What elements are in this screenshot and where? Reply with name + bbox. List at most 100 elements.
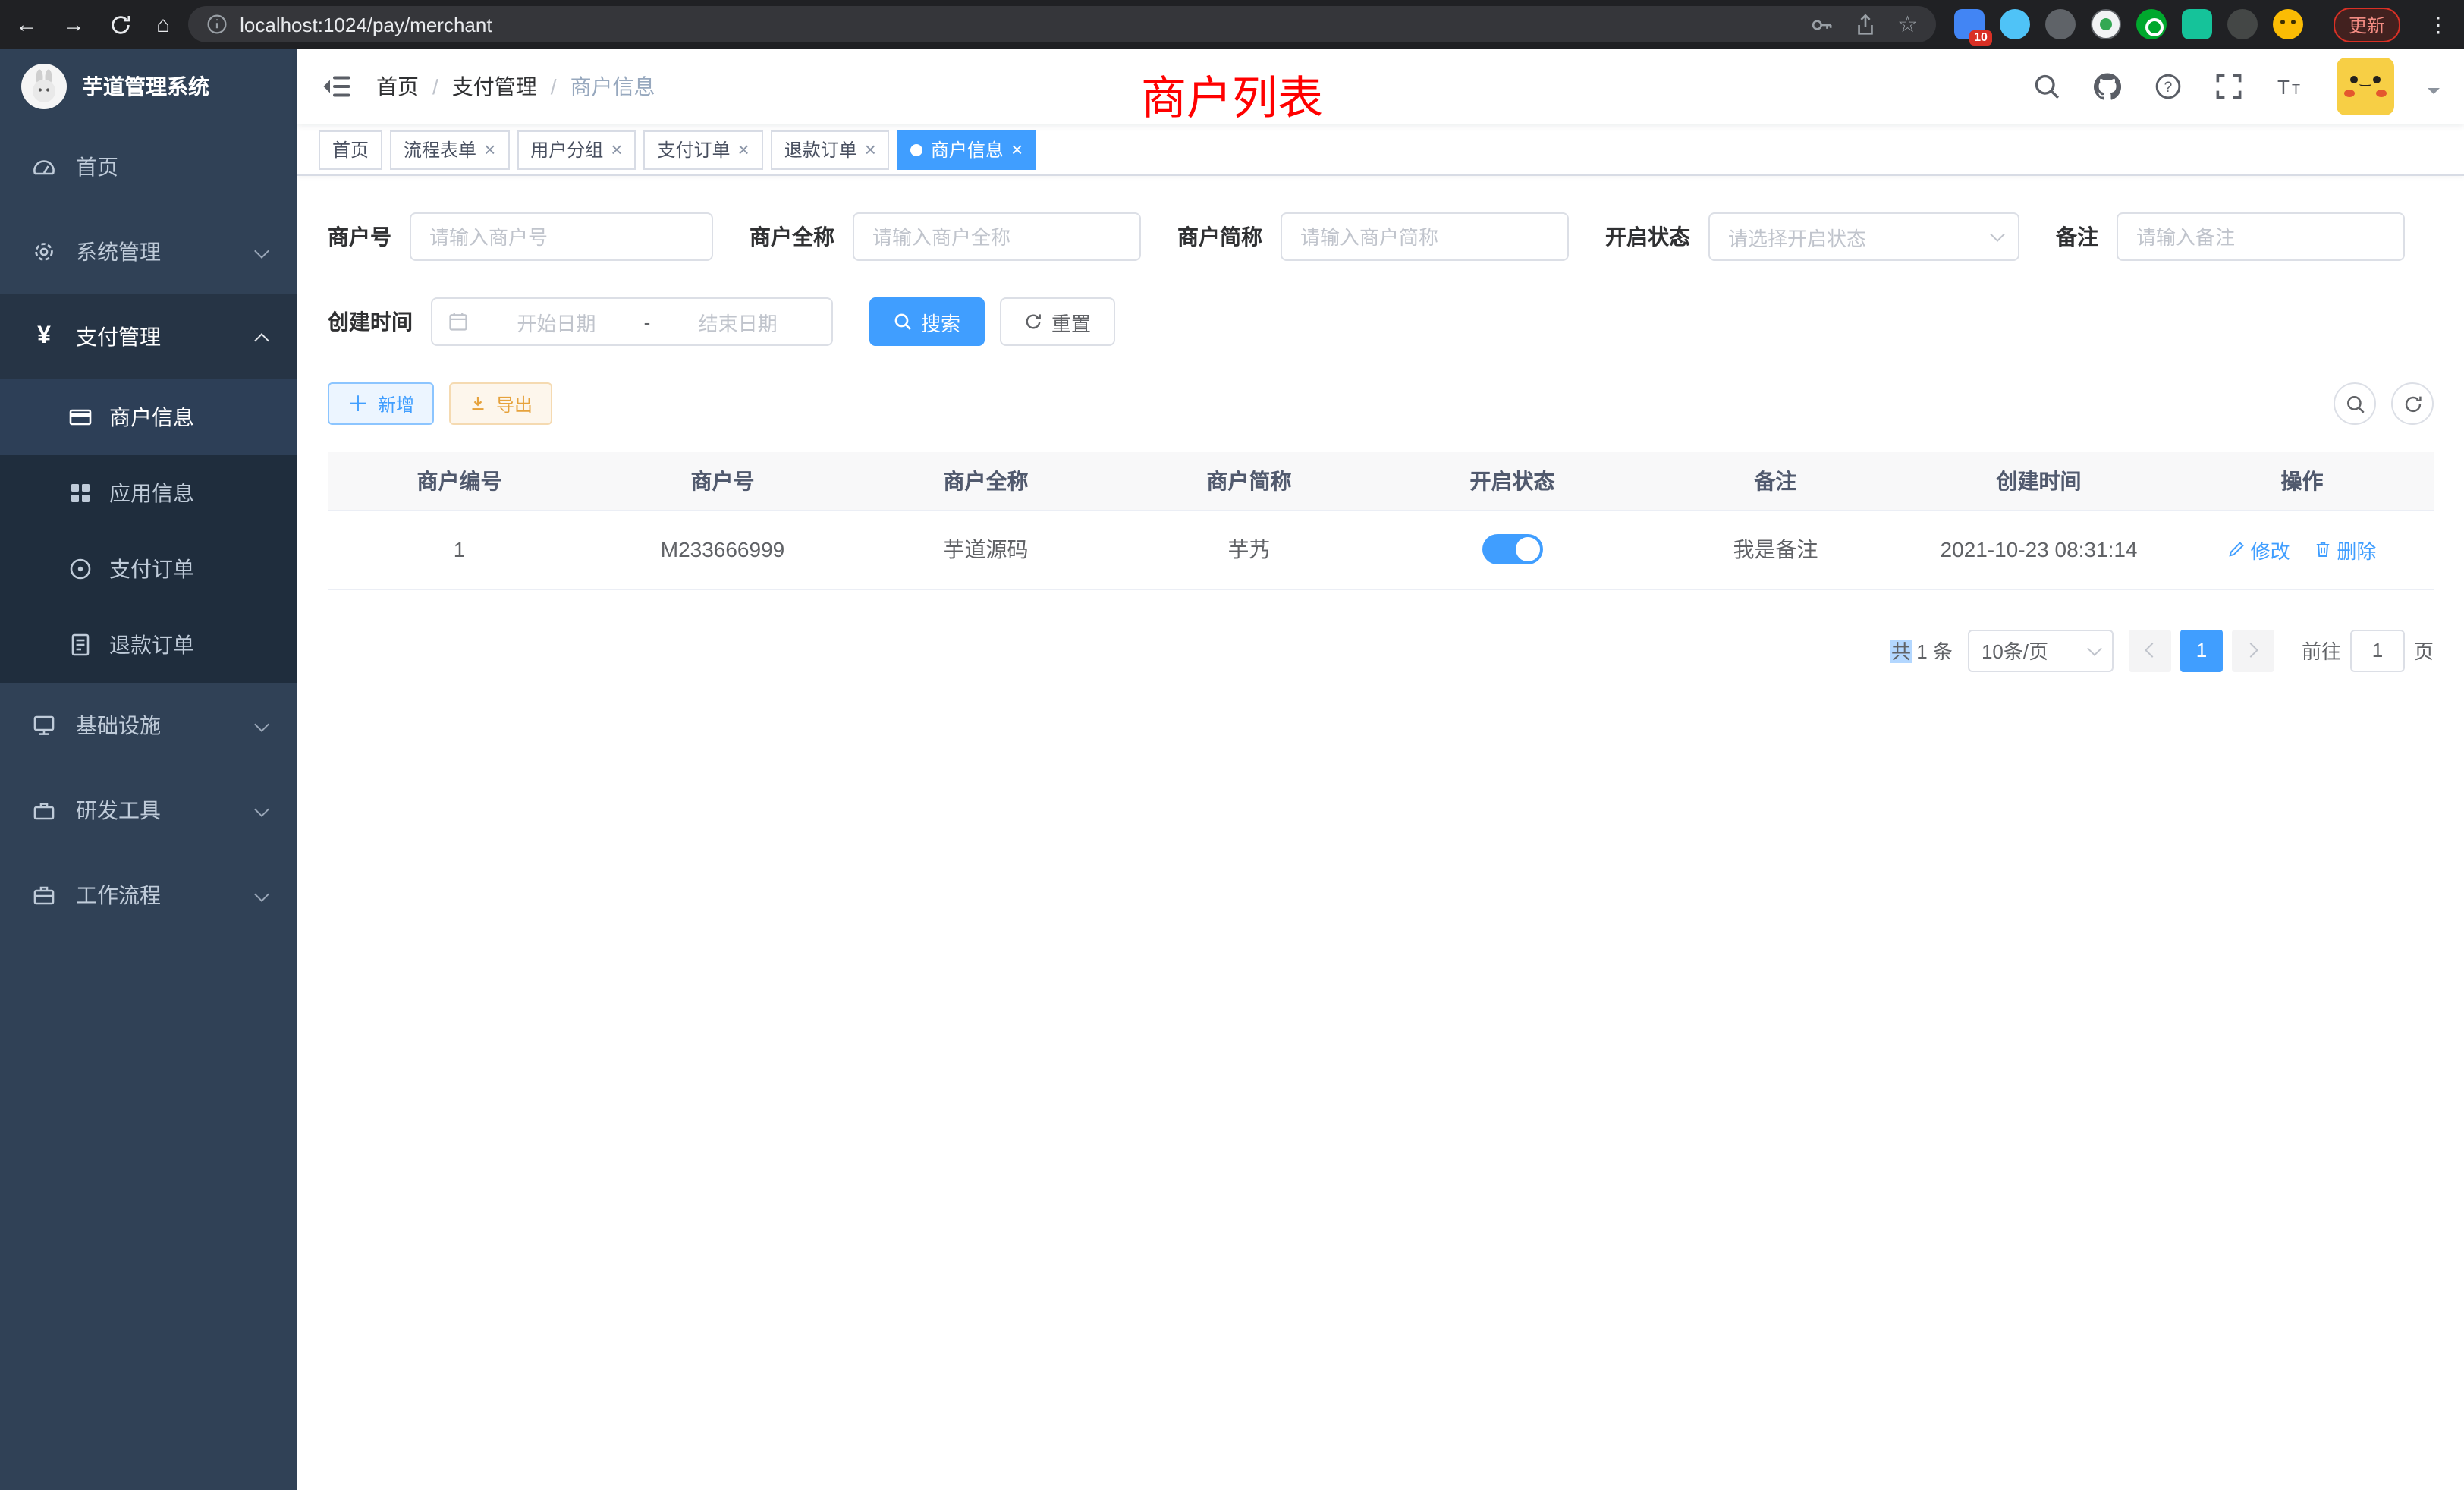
table-row: 1 M233666999 芋道源码 芋艿 我是备注 2021-10-23 08:… [328,510,2434,589]
sidebar-item-system[interactable]: 系统管理 [0,209,297,294]
sidebar-item-refund-order[interactable]: 退款订单 [0,607,297,683]
tab-close-icon[interactable]: × [1011,140,1023,159]
yen-icon: ¥ [30,325,58,349]
full-name-input[interactable] [853,212,1141,261]
delete-link[interactable]: 删除 [2314,535,2376,564]
extension-icon[interactable] [2227,9,2258,39]
toggle-search-button[interactable] [2334,382,2376,425]
prev-page-button[interactable] [2129,629,2171,671]
app-logo-icon [21,64,67,109]
tab-pay-order[interactable]: 支付订单× [643,130,762,169]
forward-icon[interactable]: → [62,13,85,36]
pagination-goto: 前往 页 [2302,629,2434,671]
key-icon[interactable] [1809,13,1832,36]
bookmark-star-icon[interactable]: ☆ [1897,11,1918,38]
reset-button[interactable]: 重置 [1000,297,1115,346]
sidebar-item-workflow[interactable]: 工作流程 [0,853,297,938]
tab-close-icon[interactable]: × [484,140,495,159]
cell-actions: 修改 删除 [2170,510,2434,589]
sidebar-item-app-info[interactable]: 应用信息 [0,455,297,531]
start-date-placeholder[interactable]: 开始日期 [478,307,635,336]
user-menu-caret-icon[interactable] [2428,88,2440,100]
extension-icon[interactable] [2136,9,2167,39]
app-logo-row[interactable]: 芋道管理系统 [0,49,297,124]
extension-icon[interactable] [2000,9,2030,39]
fullscreen-icon[interactable] [2215,73,2242,100]
edit-icon [2228,540,2246,558]
github-icon[interactable] [2094,73,2121,100]
next-page-button[interactable] [2232,629,2274,671]
back-icon[interactable]: ← [15,13,38,36]
filter-row-2: 创建时间 开始日期 - 结束日期 搜索 重置 [328,297,2434,346]
profile-avatar-icon[interactable] [2273,9,2303,39]
breadcrumb-home[interactable]: 首页 [376,71,419,102]
chevron-down-icon [254,802,269,817]
chevron-down-icon [1990,227,2005,242]
extension-icon[interactable]: 10 [1954,9,1985,39]
page-unit-label: 页 [2414,636,2434,665]
url-bar[interactable]: localhost:1024/pay/merchant ☆ [188,6,1936,42]
merchant-no-input[interactable] [410,212,713,261]
end-date-placeholder[interactable]: 结束日期 [659,307,816,336]
add-button[interactable]: ＋ 新增 [328,382,434,425]
browser-menu-icon[interactable]: ⋮ [2428,11,2449,37]
help-icon[interactable]: ? [2154,73,2182,100]
user-avatar[interactable] [2337,58,2394,115]
merchant-table: 商户编号 商户号 商户全称 商户简称 开启状态 备注 创建时间 操作 1 [328,452,2434,589]
browser-update-button[interactable]: 更新 [2334,7,2400,42]
tab-refund-order[interactable]: 退款订单× [771,130,890,169]
share-icon[interactable] [1853,13,1876,36]
extension-icon[interactable] [2182,9,2212,39]
remark-input[interactable] [2117,212,2405,261]
goto-page-input[interactable] [2350,629,2405,671]
sidebar-item-pay-order[interactable]: 支付订单 [0,531,297,607]
cell-merchant-index: 1 [328,510,591,589]
page-size-select[interactable]: 10条/页 [1968,629,2114,671]
export-button[interactable]: 导出 [449,382,552,425]
filter-label: 商户简称 [1177,222,1262,252]
short-name-input[interactable] [1281,212,1569,261]
reload-icon[interactable] [109,13,132,36]
sidebar-item-label: 应用信息 [109,478,194,508]
sidebar-item-payment[interactable]: ¥ 支付管理 [0,294,297,379]
edit-link[interactable]: 修改 [2228,535,2290,564]
home-icon[interactable]: ⌂ [156,13,170,36]
extension-badge: 10 [1969,30,1992,46]
tab-merchant-info[interactable]: 商户信息× [897,130,1036,169]
filter-create-time: 创建时间 开始日期 - 结束日期 [328,297,833,346]
status-toggle[interactable] [1482,534,1543,564]
filter-label: 商户全称 [750,222,834,252]
sidebar-item-dev-tools[interactable]: 研发工具 [0,768,297,853]
extension-icon[interactable] [2091,9,2121,39]
sidebar-item-infrastructure[interactable]: 基础设施 [0,683,297,768]
sidebar-item-merchant-info[interactable]: 商户信息 [0,379,297,455]
tab-user-group[interactable]: 用户分组× [517,130,636,169]
table-toolbar: ＋ 新增 导出 [328,382,2434,425]
sidebar-item-label: 基础设施 [76,710,161,740]
extension-icon[interactable] [2045,9,2076,39]
trash-icon [2314,540,2332,558]
sidebar-item-label: 首页 [76,152,118,182]
create-time-range-picker[interactable]: 开始日期 - 结束日期 [431,297,833,346]
sidebar-item-home[interactable]: 首页 [0,124,297,209]
font-size-icon[interactable]: TT [2276,73,2303,100]
tab-home[interactable]: 首页 [319,130,382,169]
breadcrumb-payment[interactable]: 支付管理 [452,71,537,102]
tags-view: 首页 流程表单× 用户分组× 支付订单× 退款订单× 商户信息× [297,124,2464,176]
filter-full-name: 商户全称 [750,212,1141,261]
search-button[interactable]: 搜索 [869,297,985,346]
status-select[interactable]: 请选择开启状态 [1708,212,2019,261]
page-number-button[interactable]: 1 [2180,629,2223,671]
screen: ← → ⌂ localhost:1024/pay/merchant ☆ [0,0,2464,1490]
tab-close-icon[interactable]: × [738,140,750,159]
payment-submenu: 商户信息 应用信息 支付订单 [0,379,297,683]
tab-close-icon[interactable]: × [865,140,876,159]
search-icon[interactable] [2033,73,2060,100]
sidebar-fold-icon[interactable] [322,71,352,102]
col-merchant-no: 商户号 [591,452,854,510]
tab-close-icon[interactable]: × [611,140,622,159]
site-info-icon[interactable] [206,14,228,35]
plus-icon: ＋ [347,393,369,414]
refresh-table-button[interactable] [2391,382,2434,425]
tab-process-form[interactable]: 流程表单× [390,130,509,169]
